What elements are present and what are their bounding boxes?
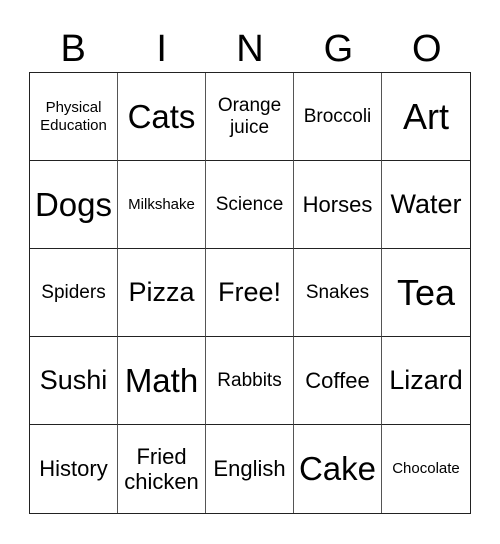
- bingo-cell[interactable]: Orange juice: [206, 73, 294, 161]
- bingo-cell[interactable]: Water: [382, 161, 470, 249]
- bingo-cell[interactable]: Cake: [294, 425, 382, 513]
- bingo-cell-label: Horses: [302, 191, 373, 217]
- bingo-cell-label: Pizza: [128, 276, 195, 307]
- bingo-cell[interactable]: Fried chicken: [118, 425, 206, 513]
- bingo-cell-label: Coffee: [305, 367, 370, 393]
- bingo-cell[interactable]: Pizza: [118, 249, 206, 337]
- header-letter-g: G: [323, 28, 354, 70]
- bingo-cell-label: Snakes: [305, 281, 370, 303]
- bingo-cell-label: Free!: [217, 276, 282, 307]
- bingo-cell[interactable]: Dogs: [30, 161, 118, 249]
- bingo-cell[interactable]: History: [30, 425, 118, 513]
- bingo-cell-label: Cake: [298, 450, 377, 488]
- bingo-cell-label: Lizard: [389, 364, 463, 395]
- bingo-cell[interactable]: Horses: [294, 161, 382, 249]
- bingo-grid: Physical Education Cats Orange juice Brocco…: [29, 72, 471, 514]
- bingo-cell-label: History: [39, 456, 108, 482]
- header-letter-n: N: [236, 28, 264, 70]
- bingo-cell-label: Chocolate: [392, 460, 460, 478]
- bingo-cell[interactable]: Cats: [118, 73, 206, 161]
- bingo-cell[interactable]: Coffee: [294, 337, 382, 425]
- bingo-cell[interactable]: Broccoli: [294, 73, 382, 161]
- bingo-cell[interactable]: Snakes: [294, 249, 382, 337]
- bingo-cell-label: Science: [215, 193, 284, 215]
- bingo-cell-label: Art: [402, 95, 449, 137]
- bingo-cell[interactable]: Math: [118, 337, 206, 425]
- bingo-cell-label: Math: [124, 361, 199, 399]
- bingo-cell-label: English: [213, 456, 286, 482]
- bingo-header: B I N G O: [29, 26, 471, 72]
- bingo-cell-label: Spiders: [41, 281, 106, 303]
- bingo-cell-label: Dogs: [34, 185, 113, 223]
- bingo-cell-label: Rabbits: [217, 369, 282, 391]
- bingo-cell-label: Physical Education: [40, 99, 107, 134]
- bingo-cell-free[interactable]: Free!: [206, 249, 294, 337]
- header-letter-o: O: [412, 28, 442, 70]
- bingo-cell[interactable]: Tea: [382, 249, 470, 337]
- bingo-cell[interactable]: Lizard: [382, 337, 470, 425]
- bingo-cell[interactable]: English: [206, 425, 294, 513]
- bingo-cell[interactable]: Sushi: [30, 337, 118, 425]
- bingo-cell-label: Orange juice: [217, 94, 282, 138]
- bingo-cell-label: Tea: [396, 271, 456, 313]
- bingo-cell[interactable]: Rabbits: [206, 337, 294, 425]
- header-letter-b: B: [60, 28, 86, 70]
- bingo-cell[interactable]: Physical Education: [30, 73, 118, 161]
- bingo-cell-label: Cats: [127, 97, 196, 135]
- bingo-cell-label: Fried chicken: [124, 443, 199, 494]
- bingo-cell[interactable]: Art: [382, 73, 470, 161]
- bingo-cell[interactable]: Science: [206, 161, 294, 249]
- bingo-cell[interactable]: Chocolate: [382, 425, 470, 513]
- bingo-cell[interactable]: Milkshake: [118, 161, 206, 249]
- header-letter-i: I: [156, 28, 167, 70]
- bingo-cell-label: Sushi: [39, 364, 108, 395]
- bingo-cell-label: Water: [390, 188, 462, 219]
- bingo-cell-label: Milkshake: [128, 195, 195, 213]
- bingo-cell[interactable]: Spiders: [30, 249, 118, 337]
- bingo-cell-label: Broccoli: [303, 105, 372, 127]
